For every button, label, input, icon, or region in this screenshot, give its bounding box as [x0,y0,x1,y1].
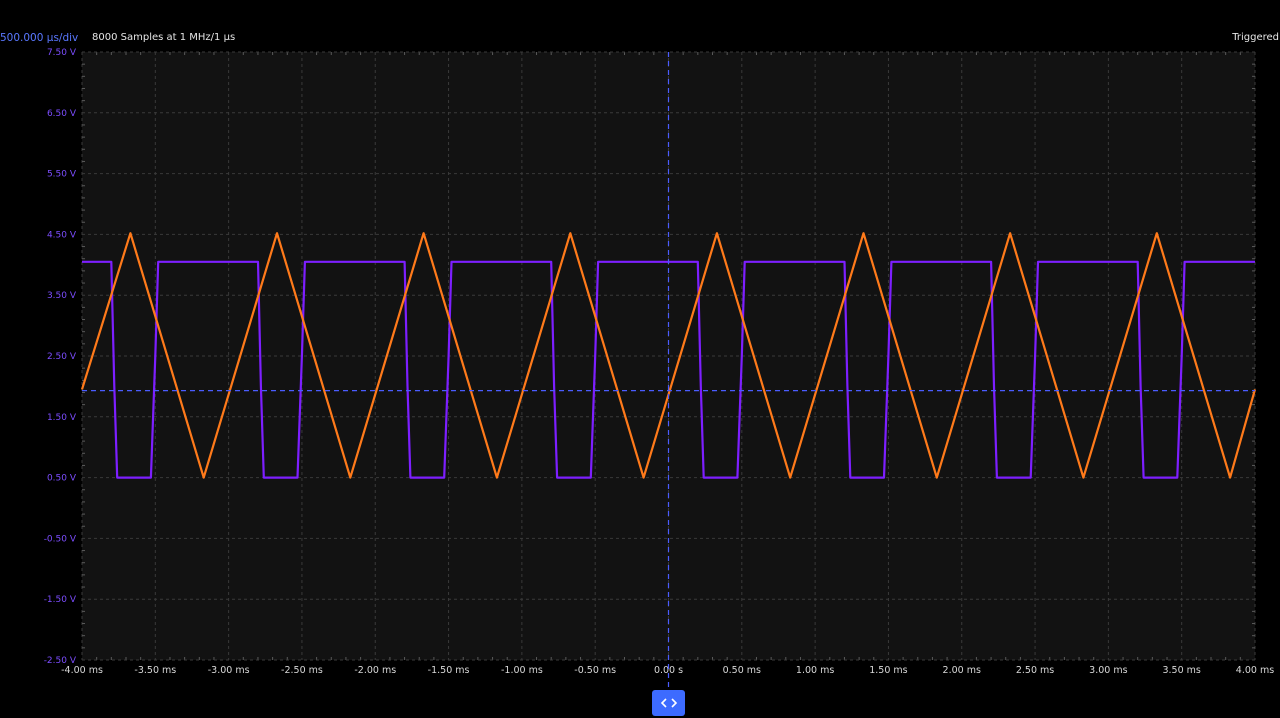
x-tick-label: 2.00 ms [943,665,981,676]
x-tick-label: -4.00 ms [61,665,103,676]
y-tick-label: 7.50 V [47,48,77,58]
y-tick-label: 0.50 V [47,474,77,484]
x-tick-label: -1.00 ms [501,665,543,676]
y-tick-label: 2.50 V [47,352,77,362]
y-axis-ticks: 7.50 V 6.50 V 5.50 V 4.50 V 3.50 V 2.50 V 1.50… [44,48,77,666]
x-tick-label: 4.00 ms [1236,665,1274,676]
y-tick-label: -0.50 V [44,534,77,544]
x-tick-label: -3.50 ms [134,665,176,676]
y-tick-label: 4.50 V [47,230,77,240]
x-tick-label: -0.50 ms [574,665,616,676]
x-tick-label: -2.50 ms [281,665,323,676]
pan-button[interactable] [652,690,685,716]
y-tick-label: 3.50 V [47,291,77,301]
x-tick-label: 3.50 ms [1162,665,1200,676]
oscilloscope-view: 500.000 µs/div 8000 Samples at 1 MHz/1 µ… [0,0,1280,718]
y-tick-label: -1.50 V [44,595,77,605]
x-tick-label: -1.50 ms [428,665,470,676]
x-tick-label: 1.00 ms [796,665,834,676]
y-tick-label: 1.50 V [47,413,77,423]
y-tick-label: 6.50 V [47,109,77,119]
x-tick-label: 1.50 ms [869,665,907,676]
x-axis-ticks: -4.00 ms -3.50 ms -3.00 ms -2.50 ms -2.00 ms… [61,665,1274,676]
x-tick-label: -2.00 ms [354,665,396,676]
y-tick-label: 5.50 V [47,170,77,180]
waveform-plot[interactable]: 7.50 V 6.50 V 5.50 V 4.50 V 3.50 V 2.50 V 1.50… [0,0,1280,718]
x-tick-label: -3.00 ms [208,665,250,676]
x-tick-label: 2.50 ms [1016,665,1054,676]
x-tick-label: 3.00 ms [1089,665,1127,676]
x-tick-label: 0.50 ms [723,665,761,676]
chevron-left-right-icon [660,698,677,708]
